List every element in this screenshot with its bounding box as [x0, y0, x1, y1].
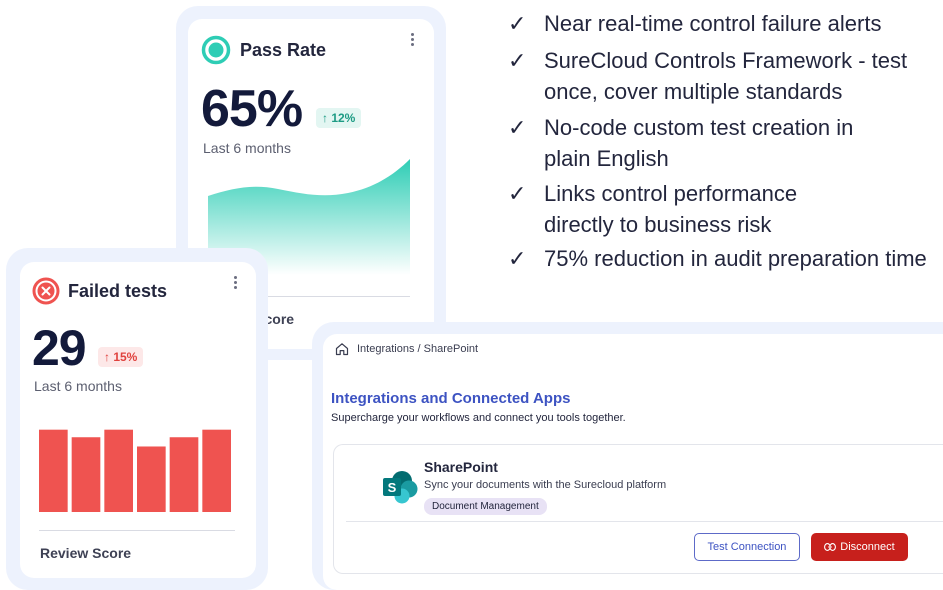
page-subtitle: Supercharge your workflows and connect y…	[331, 412, 626, 424]
failed-tests-value: 29	[32, 320, 87, 376]
check-icon: ✓	[508, 11, 527, 36]
app-category-tag: Document Management	[424, 498, 547, 515]
pass-rate-header: Pass Rate	[201, 35, 326, 65]
bars-svg	[39, 429, 231, 512]
failed-tests-bar	[202, 429, 231, 512]
feature-text: No-code custom test creation in plain En…	[544, 115, 854, 171]
pass-rate-title: Pass Rate	[240, 39, 327, 60]
page-title: Integrations and Connected Apps	[331, 390, 571, 407]
failed-tests-bar-chart	[39, 428, 231, 518]
feature-text: Links control performance directly to bu…	[544, 181, 798, 237]
breadcrumb-path[interactable]: Integrations / SharePoint	[357, 343, 478, 355]
check-icon: ✓	[508, 48, 527, 73]
kebab-menu-icon[interactable]	[411, 33, 415, 47]
disconnect-label: Disconnect	[840, 541, 895, 553]
feature-text: Near real-time control failure alerts	[544, 11, 882, 36]
pass-rate-delta-badge: ↑ 12%	[316, 108, 362, 128]
card-divider	[39, 530, 235, 531]
feature-text: 75% reduction in audit preparation time	[544, 246, 927, 271]
test-connection-button[interactable]: Test Connection	[694, 533, 800, 561]
failed-tests-header: Failed tests	[32, 277, 167, 305]
feature-item: ✓ Near real-time control failure alerts	[508, 8, 881, 39]
check-icon: ✓	[508, 181, 527, 206]
marketing-stage: ✓ Near real-time control failure alerts …	[0, 0, 943, 590]
failed-tests-bar	[104, 429, 133, 512]
app-name: SharePoint	[424, 459, 498, 475]
sharepoint-logo-letter: S	[388, 480, 397, 495]
failed-tests-title: Failed tests	[68, 280, 168, 301]
check-icon: ✓	[508, 115, 527, 140]
error-x-icon	[32, 277, 60, 305]
failed-tests-bar	[71, 437, 101, 512]
app-card-divider	[346, 521, 943, 522]
feature-item: ✓ SureCloud Controls Framework - test on…	[508, 45, 907, 107]
integrations-panel: Integrations / SharePoint Integrations a…	[323, 334, 943, 590]
fail-review-score-label: Review Score	[40, 545, 132, 561]
check-icon: ✓	[508, 246, 527, 271]
pass-status-icon	[201, 35, 231, 65]
failed-tests-bar	[137, 446, 166, 512]
failed-tests-bar	[169, 437, 199, 512]
sharepoint-logo-icon: S	[383, 471, 418, 504]
feature-item: ✓ No-code custom test creation in plain …	[508, 112, 853, 174]
failed-tests-bar	[39, 429, 68, 512]
integration-app-card: S SharePoint Sync your documents with th…	[333, 444, 943, 574]
home-icon[interactable]	[335, 342, 349, 356]
failed-tests-period: Last 6 months	[34, 378, 122, 394]
feature-item: ✓ Links control performance directly to …	[508, 178, 797, 240]
feature-text: SureCloud Controls Framework - test once…	[544, 48, 908, 104]
failed-tests-delta-badge: ↑ 15%	[98, 347, 144, 367]
link-icon	[824, 543, 837, 551]
pass-rate-value: 65%	[201, 80, 303, 138]
kebab-menu-icon[interactable]	[234, 276, 238, 290]
disconnect-button[interactable]: Disconnect	[811, 533, 908, 561]
breadcrumb: Integrations / SharePoint	[335, 342, 478, 356]
app-description: Sync your documents with the Surecloud p…	[424, 479, 667, 491]
failed-tests-card: Failed tests 29 ↑ 15% Last 6 months Revi…	[20, 262, 256, 578]
feature-item: ✓ 75% reduction in audit preparation tim…	[508, 243, 927, 274]
